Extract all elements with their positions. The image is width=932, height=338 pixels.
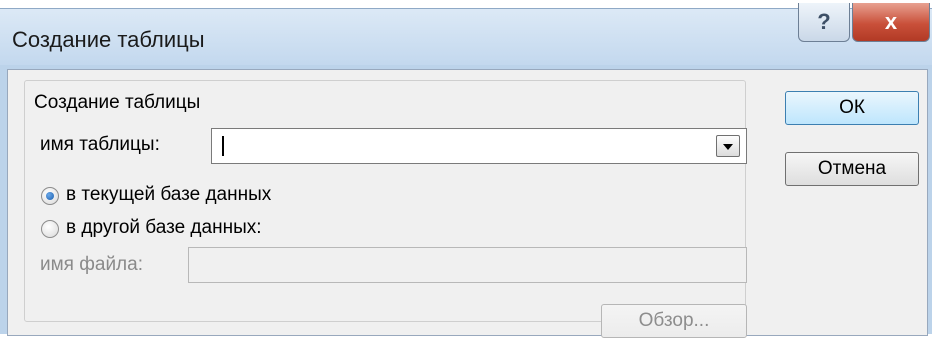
table-name-label: имя таблицы: bbox=[40, 134, 160, 155]
radio-current-db-label[interactable]: в текущей базе данных bbox=[66, 184, 271, 206]
radio-current-db[interactable] bbox=[41, 187, 59, 205]
dialog-body: Создание таблицы имя таблицы: в текущей … bbox=[7, 69, 928, 338]
file-name-label: имя файла: bbox=[40, 254, 143, 275]
file-name-input[interactable] bbox=[188, 247, 747, 283]
title-bar[interactable]: Создание таблицы ? x bbox=[0, 3, 932, 65]
close-button[interactable]: x bbox=[852, 3, 930, 42]
cancel-button[interactable]: Отмена bbox=[785, 152, 919, 186]
group-legend: Создание таблицы bbox=[30, 92, 205, 114]
radio-other-db-label[interactable]: в другой базе данных: bbox=[66, 217, 262, 239]
chevron-down-icon[interactable] bbox=[716, 135, 740, 157]
table-name-combobox[interactable] bbox=[211, 128, 747, 164]
ok-button[interactable]: ОК bbox=[785, 91, 919, 125]
help-icon: ? bbox=[817, 9, 831, 34]
create-table-dialog: Создание таблицы ? x Создание таблицы им… bbox=[0, 3, 932, 338]
close-icon: x bbox=[884, 9, 898, 34]
text-caret bbox=[222, 136, 224, 156]
dialog-title: Создание таблицы bbox=[12, 27, 205, 52]
help-button[interactable]: ? bbox=[798, 3, 850, 42]
radio-other-db[interactable] bbox=[41, 220, 59, 238]
